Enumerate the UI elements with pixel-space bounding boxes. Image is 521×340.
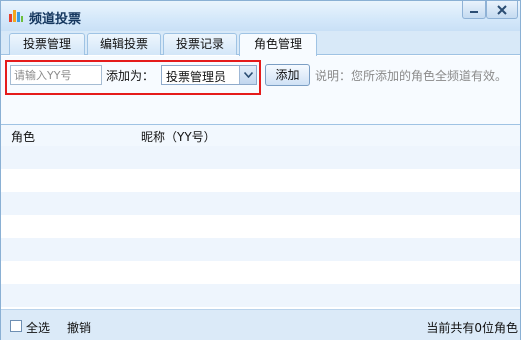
note-text: 说明：您所添加的角色全频道有效。 <box>315 69 508 83</box>
add-button[interactable]: 添加 <box>265 64 310 86</box>
role-select[interactable]: 投票管理员 <box>161 65 257 85</box>
minimize-button[interactable] <box>462 1 486 19</box>
table-row <box>1 238 520 261</box>
column-role[interactable]: 角色 <box>11 128 35 145</box>
title-bar[interactable]: 频道投票 <box>1 1 520 31</box>
add-role-panel: 添加为： 投票管理员 添加 说明：您所添加的角色全频道有效。 <box>1 56 520 124</box>
tab-vote-management[interactable]: 投票管理 <box>9 33 85 55</box>
select-all-label[interactable]: 全选 <box>26 319 50 336</box>
close-button[interactable] <box>486 1 518 19</box>
role-select-value: 投票管理员 <box>166 70 227 84</box>
table-row <box>1 261 520 284</box>
minimize-icon <box>470 10 478 13</box>
add-as-label: 添加为： <box>106 69 155 83</box>
role-count: 当前共有0位角色 <box>426 321 518 335</box>
table-row <box>1 169 520 192</box>
revoke-button[interactable]: 撤销 <box>67 319 91 336</box>
tab-bar: 投票管理 编辑投票 投票记录 角色管理 <box>1 31 520 56</box>
bar-chart-icon <box>9 10 23 22</box>
select-all-checkbox[interactable] <box>10 320 22 332</box>
footer-bar: 全选 撤销 当前共有0位角色 <box>1 309 520 340</box>
tab-vote-records[interactable]: 投票记录 <box>163 33 237 55</box>
chevron-down-icon[interactable] <box>239 66 256 84</box>
table-row <box>1 146 520 169</box>
column-nickname[interactable]: 昵称（YY号） <box>141 128 216 145</box>
window-title: 频道投票 <box>29 12 82 27</box>
vote-window: 频道投票 投票管理 编辑投票 投票记录 角色管理 添加为： 投票管理员 添加 说… <box>0 0 521 340</box>
tab-edit-vote[interactable]: 编辑投票 <box>87 33 161 55</box>
table-row <box>1 192 520 215</box>
close-icon <box>497 4 507 15</box>
table-header: 角色 昵称（YY号） <box>1 124 520 146</box>
role-list[interactable] <box>1 146 520 307</box>
table-row <box>1 215 520 238</box>
table-row <box>1 284 520 307</box>
tab-role-management[interactable]: 角色管理 <box>239 33 317 56</box>
yy-number-input[interactable] <box>10 65 102 85</box>
